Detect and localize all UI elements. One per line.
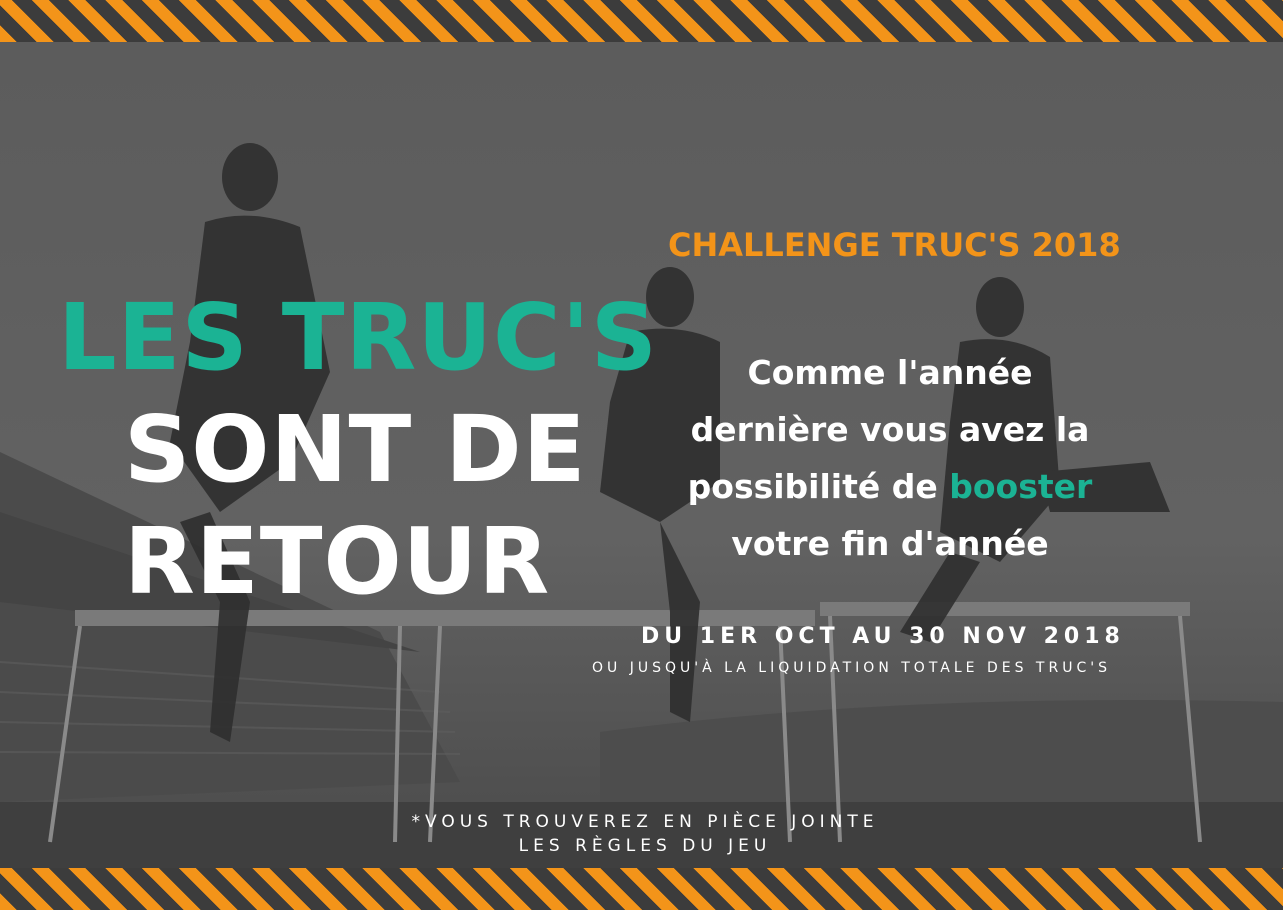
message-line-3-text: possibilité de (687, 467, 950, 506)
message-line-2: dernière vous avez la (690, 410, 1090, 449)
message-line-1: Comme l'année (747, 353, 1033, 392)
footnote-line-2: LES RÈGLES DU JEU (518, 836, 772, 856)
message-highlight: booster (949, 467, 1093, 506)
message-block: Comme l'année dernière vous avez la poss… (640, 344, 1140, 572)
headline-line-2: SONT DE (124, 396, 587, 503)
message-line-4: votre fin d'année (731, 524, 1049, 563)
footnote: *VOUS TROUVEREZ EN PIÈCE JOINTE LES RÈGL… (340, 810, 950, 858)
text-layer: CHALLENGE TRUC'S 2018 LES TRUC'S SONT DE… (0, 0, 1283, 910)
hazard-stripe-bottom (0, 868, 1283, 910)
footnote-line-1: *VOUS TROUVEREZ EN PIÈCE JOINTE (411, 812, 879, 832)
headline-line-1: LES TRUC'S (58, 284, 659, 391)
date-range: DU 1ER OCT AU 30 NOV 2018 (641, 624, 1125, 649)
headline-line-3: RETOUR (124, 508, 551, 615)
date-subtitle: OU JUSQU'À LA LIQUIDATION TOTALE DES TRU… (592, 660, 1111, 676)
challenge-title: CHALLENGE TRUC'S 2018 (668, 226, 1121, 264)
poster: CHALLENGE TRUC'S 2018 LES TRUC'S SONT DE… (0, 0, 1283, 910)
message-line-3: possibilité de booster (640, 458, 1140, 515)
